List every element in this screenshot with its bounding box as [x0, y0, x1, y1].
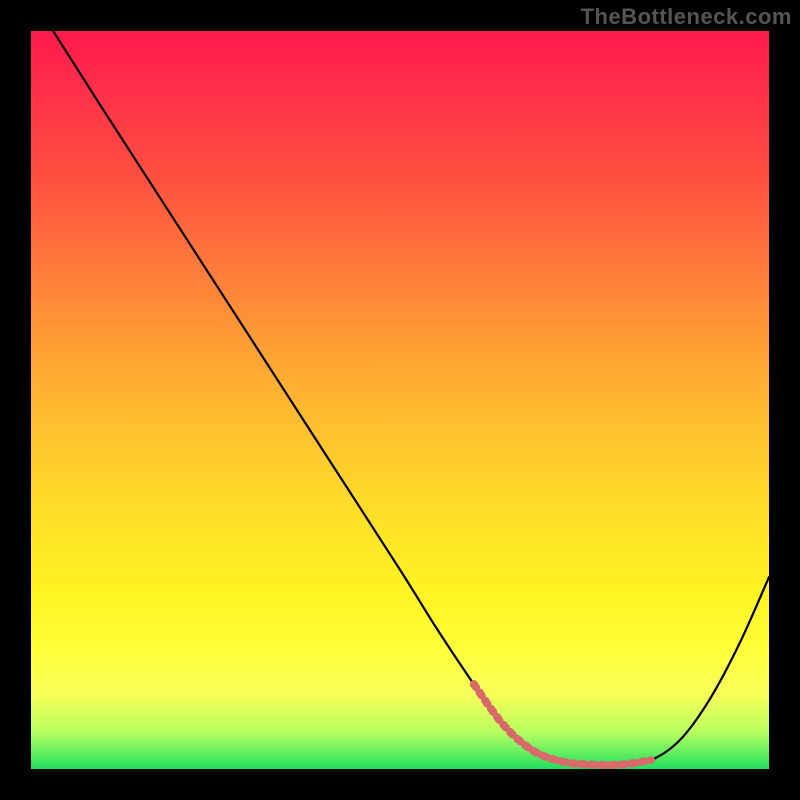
chart-container: TheBottleneck.com [0, 0, 800, 800]
watermark-text: TheBottleneck.com [581, 4, 792, 30]
plot-background [31, 31, 769, 769]
